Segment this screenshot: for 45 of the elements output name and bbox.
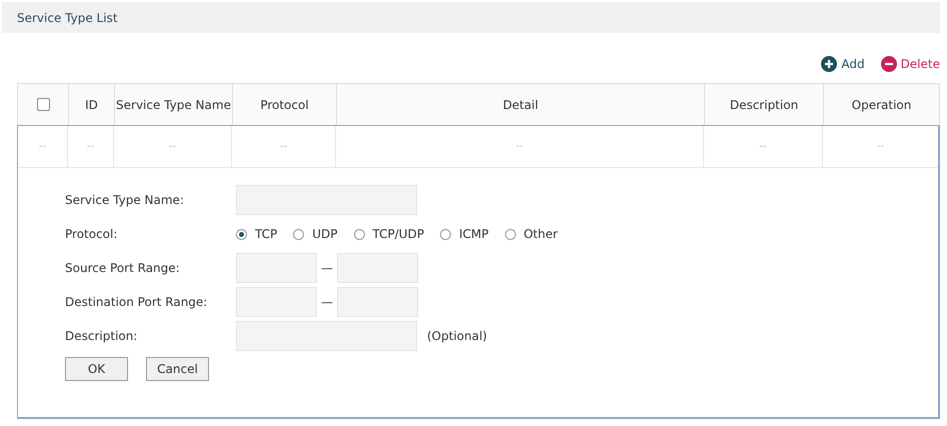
protocol-option[interactable]: UDP xyxy=(293,227,338,241)
port-start-field[interactable] xyxy=(236,253,317,283)
table-cell: -- xyxy=(38,141,46,152)
radio-icon[interactable] xyxy=(354,228,365,240)
protocol-option[interactable]: Other xyxy=(504,227,558,241)
port-end-field[interactable] xyxy=(337,253,418,283)
optional-note: (Optional) xyxy=(427,329,488,343)
field-label: Description: xyxy=(65,329,138,343)
add-link[interactable]: Add xyxy=(821,56,865,72)
port-end-field[interactable] xyxy=(337,287,418,317)
protocol-option[interactable]: ICMP xyxy=(440,227,489,241)
table-cell: -- xyxy=(168,141,176,152)
radio-icon[interactable] xyxy=(293,228,304,240)
table-cell: -- xyxy=(516,141,524,152)
radio-icon[interactable] xyxy=(440,228,452,240)
column-header: Detail xyxy=(502,98,538,112)
text-field[interactable] xyxy=(236,321,417,351)
radio-icon[interactable] xyxy=(236,228,247,240)
field-label: Source Port Range: xyxy=(65,261,181,275)
ok-button[interactable]: OK xyxy=(65,357,128,381)
delete-link[interactable]: Delete xyxy=(880,56,940,72)
column-header: ID xyxy=(85,98,98,112)
field-label: Protocol: xyxy=(65,227,118,241)
add-icon xyxy=(821,56,838,72)
field-label: Service Type Name: xyxy=(65,193,185,207)
range-dash: — xyxy=(320,295,334,309)
cancel-button[interactable]: Cancel xyxy=(146,357,209,381)
column-header: Operation xyxy=(852,98,912,112)
radio-icon[interactable] xyxy=(504,228,516,240)
table-cell: -- xyxy=(876,141,884,152)
panel-title: Service Type List xyxy=(17,10,118,24)
field-label: Destination Port Range: xyxy=(65,295,208,309)
column-header: Protocol xyxy=(260,98,309,112)
remove-icon xyxy=(880,56,897,72)
text-field[interactable] xyxy=(236,185,417,215)
table-cell: -- xyxy=(280,141,288,152)
range-dash: — xyxy=(320,261,334,275)
select-all-checkbox[interactable] xyxy=(36,98,50,111)
port-start-field[interactable] xyxy=(236,287,317,317)
column-header: Description xyxy=(730,98,798,112)
column-header: Service Type Name xyxy=(116,98,231,112)
table-cell: -- xyxy=(86,141,94,152)
table-cell: -- xyxy=(759,141,767,152)
protocol-option[interactable]: TCP xyxy=(236,227,278,241)
protocol-option[interactable]: TCP/UDP xyxy=(354,227,424,241)
